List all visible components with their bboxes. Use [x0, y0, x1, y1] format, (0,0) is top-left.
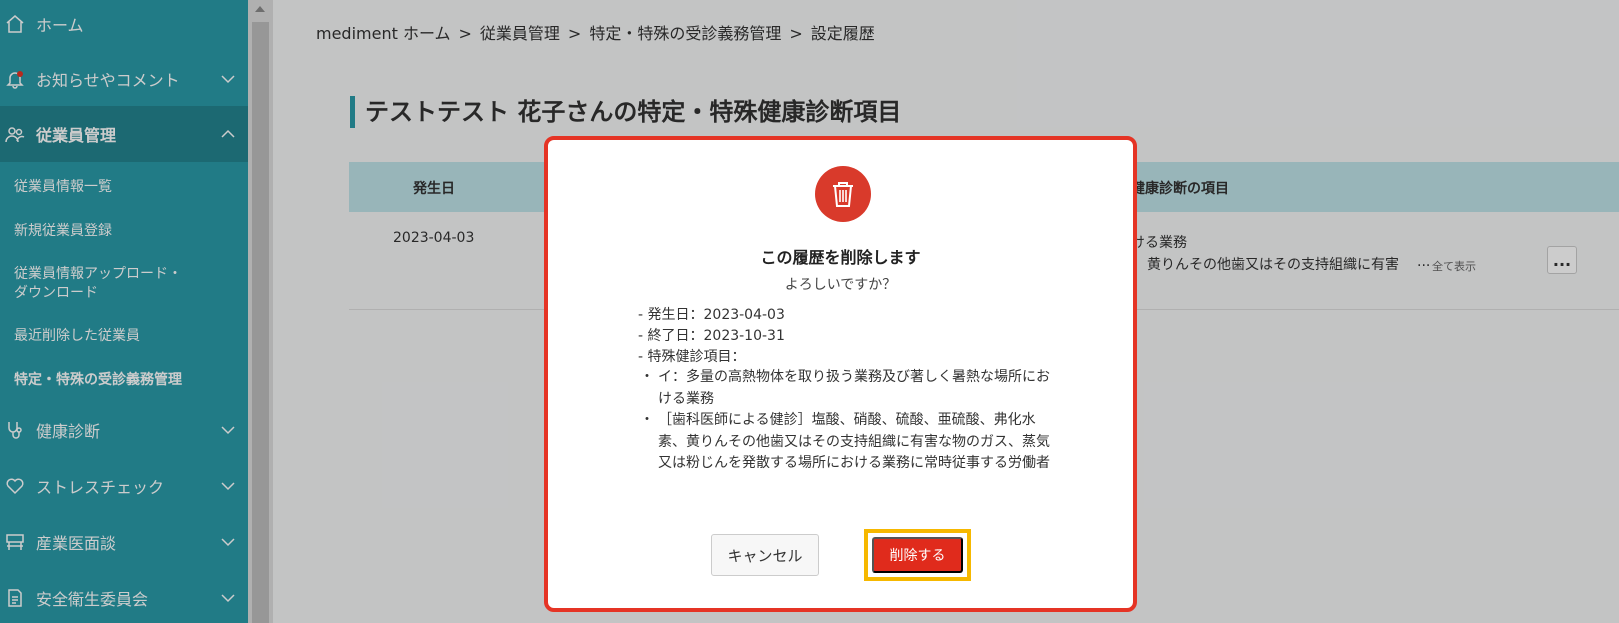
dialog-title: この履歴を削除します [760, 248, 921, 267]
bullet: ・ [640, 412, 654, 428]
detail-item-text: イ：多量の高熱物体を取り扱う業務及び著しく暑熱な場所における業務 [658, 369, 1050, 407]
cancel-button[interactable]: キャンセル [711, 534, 819, 576]
detail-special-items-label: - 特殊健診項目： [638, 349, 746, 365]
detail-start-date: - 発生日：2023-04-03 [638, 307, 785, 323]
bullet: ・ [640, 369, 654, 385]
dialog-subtitle: よろしいですか？ [784, 277, 897, 293]
detail-end-date: - 終了日：2023-10-31 [638, 328, 785, 344]
detail-item-text: ［歯科医師による健診］塩酸、硝酸、硫酸、亜硫酸、弗化水素、黄りんその他歯又はその… [658, 412, 1050, 471]
delete-button[interactable]: 削除する [872, 537, 963, 573]
delete-button-highlight: 削除する [864, 529, 971, 581]
trash-icon [815, 166, 871, 222]
detail-item: ・ イ：多量の高熱物体を取り扱う業務及び著しく暑熱な場所における業務 [640, 367, 1050, 410]
delete-confirm-dialog: この履歴を削除します よろしいですか？ - 発生日：2023-04-03 - 終… [544, 136, 1137, 612]
detail-item: ・ ［歯科医師による健診］塩酸、硝酸、硫酸、亜硫酸、弗化水素、黄りんその他歯又は… [640, 410, 1050, 475]
